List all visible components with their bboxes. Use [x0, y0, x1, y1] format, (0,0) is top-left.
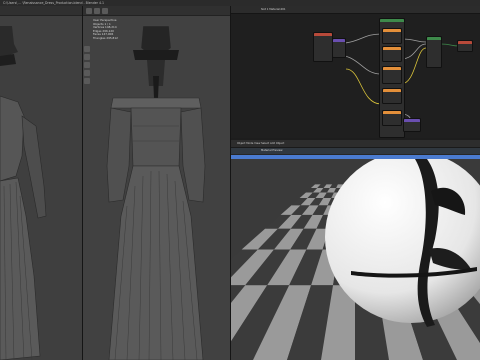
front-viewport-header — [83, 6, 230, 16]
render-header-menu: Object Mode View Select Add Object — [237, 142, 285, 145]
side-viewport[interactable] — [0, 6, 83, 360]
vector-node[interactable] — [403, 118, 421, 132]
bump-node[interactable] — [382, 66, 402, 84]
image-texture-node[interactable] — [313, 32, 333, 62]
shader-node-editor[interactable]: Slot 1 Material.001 — [231, 6, 480, 138]
render-subheader: Material Preview — [231, 148, 480, 154]
front-viewport[interactable]: User Perspective Objects 1 / 1 Vertices … — [83, 6, 231, 360]
render-header: Object Mode View Select Add Object — [231, 140, 480, 148]
node-editor-header: Slot 1 Material.001 — [231, 6, 480, 14]
material-output-node[interactable] — [457, 40, 473, 52]
principled-bsdf-node[interactable] — [426, 36, 442, 68]
normal-map-node[interactable] — [382, 88, 402, 104]
view-menu-icon[interactable] — [102, 7, 108, 14]
render-subheader-label: Material Preview — [261, 149, 283, 152]
material-slot-label: Slot 1 Material.001 — [261, 8, 286, 11]
checker-floor-with-sphere — [231, 159, 480, 360]
color-ramp-node[interactable] — [382, 28, 402, 44]
dress-side-mesh — [0, 26, 47, 360]
dress-front-mesh — [106, 25, 206, 360]
side-viewport-header — [0, 6, 82, 16]
editor-type-icon[interactable] — [86, 7, 92, 14]
mapping-node[interactable] — [332, 38, 346, 58]
mix-node[interactable] — [382, 46, 402, 62]
material-preview-viewport[interactable]: Object Mode View Select Add Object Mater… — [231, 140, 480, 360]
node-wires — [330, 33, 460, 127]
roughness-node[interactable] — [382, 110, 402, 126]
object-mode-icon[interactable] — [94, 7, 100, 14]
